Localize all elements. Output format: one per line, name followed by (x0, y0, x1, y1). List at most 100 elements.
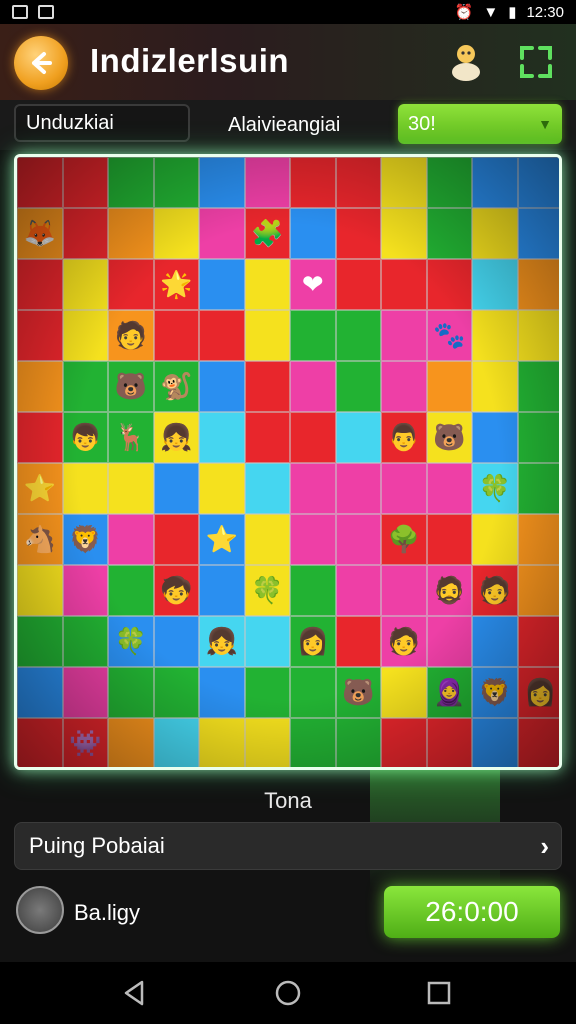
puzzle-tile[interactable] (517, 361, 559, 412)
puzzle-tile[interactable] (472, 310, 518, 361)
puzzle-tile[interactable] (517, 565, 559, 616)
puzzle-tile[interactable]: 👾 (62, 718, 108, 767)
puzzle-tile[interactable] (153, 463, 199, 514)
puzzle-tile[interactable]: 🧑 (472, 565, 518, 616)
puzzle-tile[interactable] (199, 463, 245, 514)
puzzle-tile[interactable] (290, 361, 336, 412)
puzzle-tile[interactable] (381, 667, 427, 718)
puzzle-tile[interactable] (517, 259, 559, 310)
puzzle-tile[interactable] (199, 157, 245, 208)
puzzle-tile[interactable] (108, 667, 154, 718)
puzzle-tile[interactable] (335, 412, 381, 463)
puzzle-tile[interactable] (17, 667, 63, 718)
puzzle-tile[interactable] (381, 565, 427, 616)
puzzle-tile[interactable] (381, 259, 427, 310)
puzzle-tile[interactable] (17, 310, 63, 361)
puzzle-tile[interactable] (290, 565, 336, 616)
puzzle-tile[interactable]: 🧑 (381, 616, 427, 667)
puzzle-tile[interactable] (153, 514, 199, 565)
puzzle-tile[interactable] (153, 616, 199, 667)
back-button[interactable] (14, 36, 68, 90)
puzzle-tile[interactable] (17, 616, 63, 667)
puzzle-tile[interactable] (335, 514, 381, 565)
timer-button[interactable]: 26:0:00 (384, 886, 560, 938)
puzzle-tile[interactable] (290, 718, 336, 767)
puzzle-tile[interactable] (517, 208, 559, 259)
puzzle-tile[interactable] (62, 463, 108, 514)
puzzle-tile[interactable] (199, 208, 245, 259)
puzzle-tile[interactable] (381, 361, 427, 412)
puzzle-tile[interactable] (381, 157, 427, 208)
puzzle-tile[interactable]: 🐾 (426, 310, 472, 361)
puzzle-tile[interactable] (62, 208, 108, 259)
puzzle-tile[interactable] (290, 667, 336, 718)
puzzle-tile[interactable] (472, 514, 518, 565)
puzzle-tile[interactable] (153, 667, 199, 718)
puzzle-tile[interactable] (472, 718, 518, 767)
puzzle-tile[interactable] (153, 157, 199, 208)
puzzle-tile[interactable] (199, 718, 245, 767)
puzzle-tile[interactable] (199, 361, 245, 412)
puzzle-tile[interactable] (426, 616, 472, 667)
puzzle-tile[interactable] (62, 565, 108, 616)
puzzle-tile[interactable] (381, 310, 427, 361)
puzzle-tile[interactable] (62, 157, 108, 208)
puzzle-tile[interactable]: 👦 (62, 412, 108, 463)
puzzle-tile[interactable]: 👩 (517, 667, 559, 718)
puzzle-tile[interactable] (108, 157, 154, 208)
puzzle-tile[interactable] (108, 565, 154, 616)
puzzle-tile[interactable] (335, 208, 381, 259)
puzzle-tile[interactable] (108, 259, 154, 310)
puzzle-tile[interactable] (426, 718, 472, 767)
puzzle-tile[interactable] (290, 412, 336, 463)
puzzle-tile[interactable] (517, 157, 559, 208)
puzzle-tile[interactable] (335, 157, 381, 208)
puzzle-board[interactable]: 🦊 🧩 🌟 ❤ 🧑 🐾 🐻 🐒 👦 🦌 👧 👨 🐻 ⭐ 🍀 🐴 🦁 ⭐ 🌳 🧒 🍀 🧔 🧑 🍀 👧 👩 🧑 🐻 🧕 🦁 👩 👾 (14, 154, 562, 770)
puzzle-tile[interactable]: 🦁 (472, 667, 518, 718)
puzzle-tile[interactable] (17, 259, 63, 310)
puzzle-tile[interactable] (290, 157, 336, 208)
puzzle-tile[interactable]: 🍀 (244, 565, 290, 616)
puzzle-tile[interactable] (153, 310, 199, 361)
nav-recents-icon[interactable] (424, 978, 454, 1008)
puzzle-tile[interactable] (108, 463, 154, 514)
puzzle-tile[interactable] (517, 514, 559, 565)
puzzle-tile[interactable] (244, 463, 290, 514)
puzzle-tile[interactable] (472, 616, 518, 667)
puzzle-tile[interactable]: 🐻 (426, 412, 472, 463)
puzzle-tile[interactable] (517, 310, 559, 361)
puzzle-tile[interactable] (335, 259, 381, 310)
puzzle-tile[interactable]: 🌟 (153, 259, 199, 310)
puzzle-tile[interactable] (517, 616, 559, 667)
puzzle-tile[interactable] (426, 361, 472, 412)
puzzle-tile[interactable] (472, 412, 518, 463)
puzzle-tile[interactable] (290, 514, 336, 565)
puzzle-tile[interactable] (108, 208, 154, 259)
puzzle-tile[interactable]: ⭐ (17, 463, 63, 514)
puzzle-tile[interactable] (244, 514, 290, 565)
puzzle-tile[interactable]: 🌳 (381, 514, 427, 565)
puzzle-tile[interactable] (17, 565, 63, 616)
puzzle-tile[interactable]: 🦌 (108, 412, 154, 463)
puzzle-tile[interactable] (472, 208, 518, 259)
puzzle-tile[interactable] (335, 310, 381, 361)
puzzle-tile[interactable]: 🐒 (153, 361, 199, 412)
puzzle-tile[interactable]: 🦊 (17, 208, 63, 259)
puzzle-tile[interactable] (472, 259, 518, 310)
puzzle-tile[interactable]: 👧 (199, 616, 245, 667)
puzzle-tile[interactable] (290, 208, 336, 259)
puzzle-tile[interactable]: ⭐ (199, 514, 245, 565)
puzzle-tile[interactable] (472, 361, 518, 412)
puzzle-tile[interactable] (335, 616, 381, 667)
puzzle-tile[interactable] (244, 259, 290, 310)
puzzle-tile[interactable] (108, 718, 154, 767)
nav-back-icon[interactable] (120, 978, 150, 1008)
puzzle-tile[interactable]: ❤ (290, 259, 336, 310)
puzzle-tile[interactable] (290, 310, 336, 361)
puzzle-tile[interactable] (517, 718, 559, 767)
puzzle-tile[interactable] (472, 157, 518, 208)
puzzle-tile[interactable] (108, 514, 154, 565)
puzzle-tile[interactable] (335, 718, 381, 767)
play-row-button[interactable]: Puing Pobaiai › (14, 822, 562, 870)
puzzle-tile[interactable]: 👨 (381, 412, 427, 463)
